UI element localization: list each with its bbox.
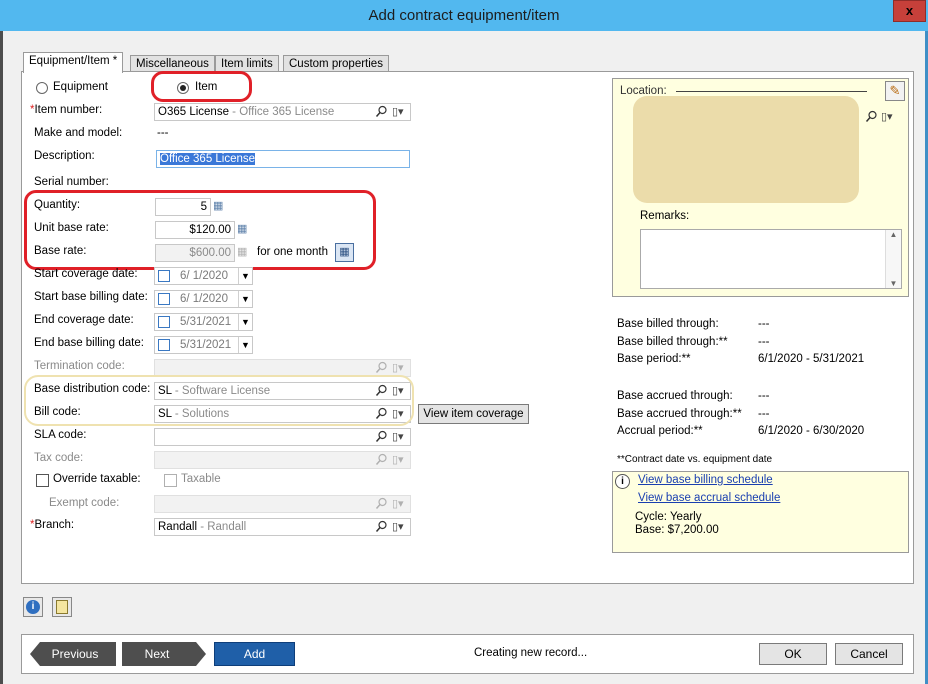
previous-button[interactable]: Previous [40, 643, 110, 665]
start-coverage-date-label: Start coverage date: [34, 268, 138, 280]
item-number-search-icon[interactable] [375, 105, 388, 118]
scroll-up-icon[interactable]: ▲ [886, 230, 901, 239]
accrual-period-label: Accrual period:** [617, 425, 703, 437]
info-button[interactable]: i [23, 597, 43, 617]
location-menu-icon[interactable]: ▯▾ [881, 110, 893, 124]
start-coverage-date-checkbox[interactable] [158, 270, 170, 282]
end-base-billing-date-label: End base billing date: [34, 337, 144, 349]
base-billed-through-contract-label: Base billed through:** [617, 336, 728, 348]
remarks-label: Remarks: [640, 210, 690, 222]
chevron-down-icon[interactable]: ▼ [238, 337, 252, 353]
info-icon: i [26, 600, 40, 614]
next-button[interactable]: Next [124, 643, 190, 665]
make-model-label: Make and model: [34, 127, 123, 139]
sla-code-menu-icon[interactable]: ▯▾ [392, 430, 404, 444]
item-radio-highlight [151, 71, 252, 102]
exempt-code-menu-icon: ▯▾ [392, 498, 404, 510]
base-accrued-through-contract-label: Base accrued through:** [617, 408, 742, 420]
chevron-down-icon[interactable]: ▼ [238, 268, 252, 284]
base-billed-through-contract-value: --- [758, 336, 770, 348]
equipment-radio-label: Equipment [53, 81, 108, 93]
tax-code-label: Tax code: [34, 452, 84, 464]
branch-field[interactable]: Randall - Randall [154, 518, 411, 536]
base-accrued-through-contract-value: --- [758, 408, 770, 420]
cancel-button[interactable]: Cancel [835, 643, 903, 665]
taxable-checkbox [164, 474, 177, 487]
rates-highlight [24, 190, 376, 270]
termination-code-menu-icon: ▯▾ [392, 362, 404, 374]
sla-code-label: SLA code: [34, 429, 87, 441]
end-base-billing-date-checkbox[interactable] [158, 339, 170, 351]
serial-number-label: Serial number: [34, 176, 109, 188]
scroll-down-icon[interactable]: ▼ [886, 279, 901, 288]
remarks-textarea[interactable]: ▲ ▼ [640, 229, 902, 289]
start-base-billing-date-label: Start base billing date: [34, 291, 148, 303]
tax-code-menu-icon: ▯▾ [392, 454, 404, 466]
branch-label: *Branch: [30, 519, 75, 531]
end-coverage-date-checkbox[interactable] [158, 316, 170, 328]
equipment-radio[interactable] [36, 82, 48, 94]
termination-code-label: Termination code: [34, 360, 125, 372]
exempt-code-label: Exempt code: [49, 497, 120, 509]
description-input[interactable]: Office 365 License [156, 150, 410, 168]
location-panel: Location: ✎ ▯▾ Remarks: ▲ ▼ [612, 78, 909, 297]
branch-search-icon[interactable] [375, 520, 388, 533]
notes-button[interactable] [52, 597, 72, 617]
exempt-code-field [154, 495, 411, 513]
base-accrued-through-label: Base accrued through: [617, 390, 733, 402]
base-amount-text: Base: $7,200.00 [635, 524, 719, 536]
chevron-down-icon[interactable]: ▼ [238, 314, 252, 330]
base-accrued-through-value: --- [758, 390, 770, 402]
item-number-menu-icon[interactable]: ▯▾ [392, 105, 404, 119]
info-icon: i [615, 474, 630, 489]
close-button[interactable]: x [893, 0, 926, 22]
view-base-accrual-schedule-link[interactable]: View base accrual schedule [638, 492, 780, 504]
edit-pencil-icon[interactable]: ✎ [885, 81, 905, 101]
tab-equipment-item[interactable]: Equipment/Item * [23, 52, 124, 73]
add-button[interactable]: Add [214, 642, 295, 666]
description-label: Description: [34, 150, 95, 162]
ok-button[interactable]: OK [759, 643, 827, 665]
branch-menu-icon[interactable]: ▯▾ [392, 520, 404, 534]
item-number-label: *Item number: [30, 104, 103, 116]
base-billed-through-label: Base billed through: [617, 318, 719, 330]
base-period-label: Base period:** [617, 353, 691, 365]
chevron-down-icon[interactable]: ▼ [238, 291, 252, 307]
sla-code-search-icon[interactable] [375, 430, 388, 443]
location-divider [676, 91, 867, 92]
start-base-billing-date-checkbox[interactable] [158, 293, 170, 305]
tax-code-search-icon [375, 453, 387, 465]
tax-code-field [154, 451, 411, 469]
accrual-period-value: 6/1/2020 - 6/30/2020 [758, 425, 865, 437]
taxable-label: Taxable [181, 473, 221, 485]
status-text: Creating new record... [474, 647, 588, 659]
override-taxable-label: Override taxable: [53, 473, 141, 485]
item-number-field[interactable]: O365 License - Office 365 License [154, 103, 411, 121]
override-taxable-checkbox[interactable] [36, 474, 49, 487]
exempt-code-search-icon [375, 497, 387, 509]
schedule-info-panel: i View base billing schedule View base a… [612, 471, 909, 553]
make-model-value: --- [157, 127, 169, 139]
location-search-icon[interactable] [865, 110, 878, 123]
view-base-billing-schedule-link[interactable]: View base billing schedule [638, 474, 773, 486]
notes-icon [56, 600, 68, 614]
base-billed-through-value: --- [758, 318, 770, 330]
remarks-scrollbar[interactable]: ▲ ▼ [885, 230, 901, 288]
cycle-text: Cycle: Yearly [635, 511, 702, 523]
window-title: Add contract equipment/item [368, 7, 560, 24]
base-period-value: 6/1/2020 - 5/31/2021 [758, 353, 865, 365]
date-footnote: **Contract date vs. equipment date [617, 454, 773, 465]
codes-highlight [24, 375, 414, 426]
title-bar: Add contract equipment/item x [0, 0, 928, 31]
view-item-coverage-button[interactable]: View item coverage [418, 404, 529, 424]
sla-code-field[interactable] [154, 428, 411, 446]
location-address-redaction [633, 96, 859, 203]
termination-code-search-icon [375, 361, 387, 373]
end-coverage-date-label: End coverage date: [34, 314, 134, 326]
